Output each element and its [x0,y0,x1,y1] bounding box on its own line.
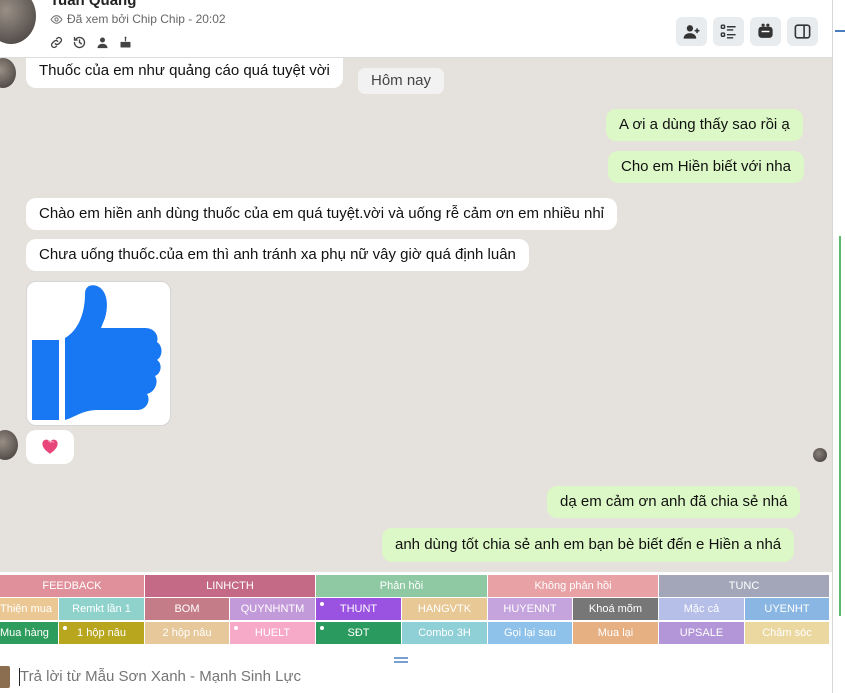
tag-button[interactable]: UPSALE [659,622,744,644]
tag-button[interactable]: Mua lại [573,622,658,644]
tag-button[interactable]: Mặc cả [659,598,744,620]
tag-button[interactable]: HANGVTK [402,598,487,620]
right-panel-edge [832,0,845,693]
read-receipt-avatar [813,448,827,462]
list-icon [720,24,736,39]
tag-button[interactable]: HUELT [230,622,315,644]
message-bubble[interactable]: A ơi a dùng thấy sao rồi ạ [606,109,803,141]
tag-label: SĐT [347,627,370,639]
template-icon[interactable] [0,666,10,688]
tag-label: THUNT [339,603,378,615]
hearts-icon [42,439,58,454]
tag-button[interactable]: Phản hồi [316,575,487,597]
tag-button[interactable]: FEEDBACK [0,575,144,597]
tag-label: HUELT [254,627,291,639]
person-icon[interactable] [94,34,111,51]
sender-avatar [0,430,18,460]
sidebar-toggle-icon [794,24,811,39]
quick-tag-grid: FEEDBACK LINHCTH Phản hồi Không phản hồi… [0,572,832,644]
chat-header: Tuấn Quang Đã xem bởi Chip Chip - 20:02 [0,0,832,58]
message-composer [0,664,832,693]
tag-button[interactable]: Chăm sóc [745,622,829,644]
contact-quick-actions [48,34,134,51]
tag-button[interactable]: HUYENNT [488,598,572,620]
panel-indicator [839,236,841,616]
tag-button[interactable]: Khoá mõm [573,598,658,620]
cake-icon[interactable] [117,34,134,51]
tag-dot [320,602,324,606]
contact-name[interactable]: Tuấn Quang [50,0,136,9]
seen-status-text: Đã xem bởi Chip Chip - 20:02 [67,12,226,26]
resize-handle[interactable] [394,657,408,663]
tag-button[interactable]: 2 hộp nâu [145,622,229,644]
tag-button[interactable]: LINHCTH [145,575,315,597]
tag-button[interactable]: 1 hộp nâu [59,622,144,644]
add-member-icon [683,25,700,39]
sidebar-toggle-button[interactable] [787,17,818,46]
message-bubble[interactable]: dạ em cảm ơn anh đã chia sẻ nhá [547,486,801,518]
eye-icon [50,14,63,24]
tag-button[interactable]: SĐT [316,622,401,644]
message-bubble[interactable]: anh dùng tốt chia sẻ anh em bạn bè biết … [382,528,795,562]
tag-button[interactable]: BOM [145,598,229,620]
message-input[interactable] [20,664,720,690]
video-call-icon [758,23,773,38]
tag-button[interactable]: THUNT [316,598,401,620]
tag-button[interactable]: Mua hàng [0,622,58,644]
reaction-message[interactable] [26,430,74,464]
contact-avatar[interactable] [0,0,36,44]
tag-label: 1 hộp nâu [77,627,126,639]
tag-button[interactable]: Remkt lần 1 [59,598,144,620]
tag-dot [320,626,324,630]
message-bubble[interactable]: Chào em hiền anh dùng thuốc của em quá t… [26,198,618,230]
tag-button[interactable]: Gọi lại sau [488,622,572,644]
tag-button[interactable]: Không phản hồi [488,575,658,597]
tag-button[interactable]: Thiện mua [0,598,58,620]
date-separator: Hôm nay [358,68,445,94]
chat-messages[interactable]: Thuốc của em như quảng cáo quá tuyệt vời… [0,58,832,572]
tag-button[interactable]: TUNC [659,575,829,597]
message-bubble[interactable]: Thuốc của em như quảng cáo quá tuyệt vời [26,58,343,88]
sender-avatar [0,58,16,88]
thumbs-up-icon [32,285,162,420]
tag-dot [63,626,67,630]
tag-button[interactable]: UYENHT [745,598,829,620]
add-member-button[interactable] [676,17,707,46]
link-icon[interactable] [48,34,65,51]
tag-dot [234,626,238,630]
video-call-button[interactable] [750,17,781,46]
list-button[interactable] [713,17,744,46]
seen-status: Đã xem bởi Chip Chip - 20:02 [50,12,226,26]
message-bubble[interactable]: Cho em Hiền biết với nha [608,151,804,183]
tag-button[interactable]: QUYNHNTM [230,598,315,620]
history-icon[interactable] [71,34,88,51]
header-actions [676,17,818,46]
panel-indicator [835,30,845,32]
sticker-message[interactable] [26,281,171,426]
tag-button[interactable]: Combo 3H [402,622,487,644]
message-bubble[interactable]: Chưa uống thuốc.của em thì anh tránh xa … [26,239,529,271]
